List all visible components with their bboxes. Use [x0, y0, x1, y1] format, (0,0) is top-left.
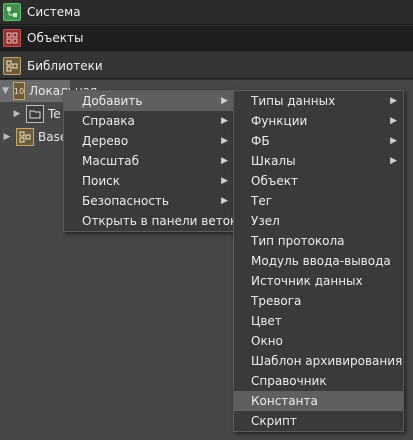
menu-item-security[interactable]: Безопасность ▶	[64, 191, 234, 211]
menu-item-help[interactable]: Справка ▶	[64, 111, 234, 131]
submenu-item-color[interactable]: Цвет	[234, 311, 403, 331]
submenu-item-reference[interactable]: Справочник	[234, 371, 403, 391]
submenu-arrow-icon: ▶	[390, 156, 397, 166]
submenu-arrow-icon: ▶	[221, 196, 228, 206]
submenu-arrow-icon: ▶	[221, 136, 228, 146]
tree-item-te[interactable]: ▶ Te	[0, 103, 70, 125]
expand-arrow-icon[interactable]: ▶	[2, 132, 12, 142]
submenu-item-scales[interactable]: Шкалы ▶	[234, 151, 403, 171]
submenu-arrow-icon: ▶	[221, 176, 228, 186]
submenu-arrow-icon: ▶	[390, 96, 397, 106]
libraries-icon	[3, 57, 21, 75]
objects-icon	[3, 29, 21, 47]
tree-item-local[interactable]: ▼ 10 Локальная	[0, 80, 97, 102]
library-icon	[16, 128, 34, 146]
submenu-item-object[interactable]: Объект	[234, 171, 403, 191]
expand-arrow-icon[interactable]: ▶	[12, 109, 22, 119]
submenu-item-node[interactable]: Узел	[234, 211, 403, 231]
submenu-arrow-icon: ▶	[221, 96, 228, 106]
tree-item-base[interactable]: ▶ Base	[0, 126, 70, 148]
tree-item-te-label: Te	[48, 107, 61, 121]
libraries-header[interactable]: Библиотеки	[0, 54, 413, 79]
menu-item-open-in-branch-panel[interactable]: Открыть в панели веток	[64, 211, 237, 231]
system-icon	[3, 3, 21, 21]
submenu-item-data-types[interactable]: Типы данных ▶	[234, 91, 403, 111]
submenu-arrow-icon: ▶	[390, 116, 397, 126]
folder-icon	[26, 105, 44, 123]
objects-header-label: Объекты	[27, 31, 84, 45]
submenu-item-fb[interactable]: ФБ ▶	[234, 131, 403, 151]
collapse-arrow-icon[interactable]: ▼	[2, 86, 9, 96]
submenu-item-tag[interactable]: Тег	[234, 191, 403, 211]
submenu-arrow-icon: ▶	[221, 116, 228, 126]
submenu-arrow-icon: ▶	[390, 136, 397, 146]
submenu-item-io-module[interactable]: Модуль ввода-вывода	[234, 251, 403, 271]
menu-item-search[interactable]: Поиск ▶	[64, 171, 234, 191]
submenu-item-script[interactable]: Скрипт	[234, 411, 403, 431]
add-submenu: Типы данных ▶ Функции ▶ ФБ ▶ Шкалы ▶ Объект …	[233, 90, 404, 432]
objects-header[interactable]: Объекты	[0, 26, 413, 51]
system-header-label: Система	[27, 5, 81, 19]
submenu-arrow-icon: ▶	[221, 156, 228, 166]
menu-item-add[interactable]: Добавить ▶	[64, 91, 234, 111]
libraries-header-label: Библиотеки	[27, 59, 103, 73]
submenu-item-functions[interactable]: Функции ▶	[234, 111, 403, 131]
menu-item-tree[interactable]: Дерево ▶	[64, 131, 234, 151]
submenu-item-alarm[interactable]: Тревога	[234, 291, 403, 311]
submenu-item-archive-template[interactable]: Шаблон архивирования	[234, 351, 403, 371]
system-header[interactable]: Система	[0, 0, 413, 25]
menu-item-scale[interactable]: Масштаб ▶	[64, 151, 234, 171]
context-menu: Добавить ▶ Справка ▶ Дерево ▶ Масштаб ▶ Поис…	[63, 90, 237, 232]
library-icon: 10	[12, 82, 26, 100]
submenu-item-data-source[interactable]: Источник данных	[234, 271, 403, 291]
submenu-item-protocol-type[interactable]: Тип протокола	[234, 231, 403, 251]
submenu-item-window[interactable]: Окно	[234, 331, 403, 351]
submenu-item-constant[interactable]: Константа	[234, 391, 403, 411]
